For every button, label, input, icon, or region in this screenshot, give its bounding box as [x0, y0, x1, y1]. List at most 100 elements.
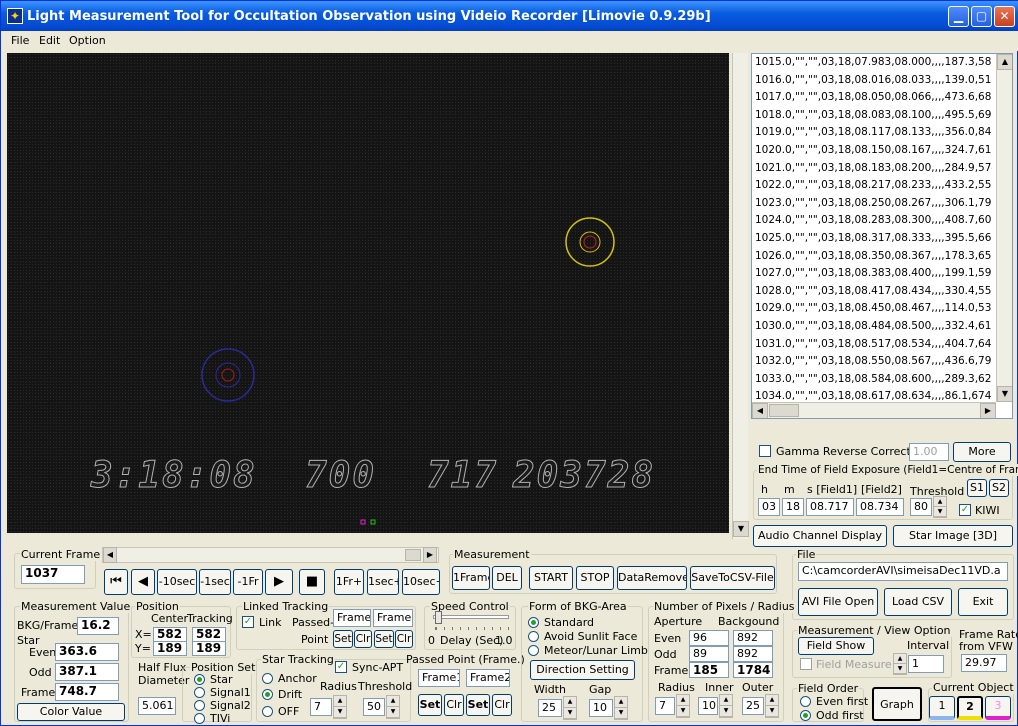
data-list-row[interactable]: 1016.0,"","",03,18,08.016,08.033,,,,139.… — [752, 72, 992, 90]
back-10sec-button[interactable]: -10sec — [157, 569, 197, 595]
object-2-button[interactable]: 2 — [957, 696, 983, 720]
data-remove-button[interactable]: DataRemove — [617, 566, 687, 590]
passed-set1-button[interactable]: Set — [418, 694, 442, 716]
speed-slider-thumb[interactable] — [435, 611, 442, 624]
data-list-row[interactable]: 1031.0,"","",03,18,08.517,08.534,,,,404.… — [752, 336, 992, 354]
star-image-3d-button[interactable]: Star Image [3D] — [893, 525, 1013, 547]
data-list-row[interactable]: 1029.0,"","",03,18,08.450,08.467,,,,114.… — [752, 300, 992, 318]
radius-spinner[interactable]: ▲ ▼ — [676, 694, 690, 718]
scroll-left-icon[interactable]: ◀ — [752, 403, 768, 418]
even-first-radio[interactable] — [800, 696, 811, 707]
link-checkbox[interactable]: ✓ — [242, 616, 254, 628]
linked-set1-button[interactable]: Set — [333, 630, 353, 648]
passed-set2-button[interactable]: Set — [466, 694, 490, 716]
frame-scroll-thumb[interactable] — [405, 549, 421, 561]
file-path-input[interactable]: C:\camcorderAVI\simeisaDec11VD.a — [798, 562, 1008, 581]
menu-edit[interactable]: Edit — [39, 34, 60, 47]
scroll-right-icon[interactable]: ▶ — [423, 547, 437, 563]
minimize-button[interactable]: ▁ — [948, 6, 969, 27]
interval-input[interactable]: 1 — [908, 655, 944, 673]
data-list-row[interactable]: 1026.0,"","",03,18,08.350,08.367,,,,178.… — [752, 248, 992, 266]
menu-file[interactable]: File — [11, 34, 29, 47]
data-list[interactable]: 1015.0,"","",03,18,07.983,08.000,,,,187.… — [751, 53, 1013, 419]
position-set-star-radio[interactable] — [194, 674, 205, 685]
tracking-radius-spinner[interactable]: ▲ ▼ — [333, 695, 347, 719]
threshold-input[interactable]: 80 — [910, 498, 932, 516]
data-list-row[interactable]: 1019.0,"","",03,18,08.117,08.133,,,,356.… — [752, 124, 992, 142]
maximize-button[interactable]: ▢ — [971, 6, 992, 27]
s1-button[interactable]: S1 — [967, 479, 987, 497]
data-list-row[interactable]: 1021.0,"","",03,18,08.183,08.200,,,,284.… — [752, 160, 992, 178]
data-list-row[interactable]: 1024.0,"","",03,18,08.283,08.300,,,,408.… — [752, 212, 992, 230]
forward-10sec-button[interactable]: 10sec+ — [402, 569, 440, 595]
bkg-standard-radio[interactable] — [528, 617, 539, 628]
tracking-anchor-radio[interactable] — [262, 673, 273, 684]
list-vertical-scrollbar[interactable]: ▲ ▼ — [996, 54, 1012, 402]
passed-frame2-input[interactable]: Frame2 — [466, 669, 510, 687]
bkg-meteor-limb-radio[interactable] — [528, 645, 539, 656]
data-list-row[interactable]: 1022.0,"","",03,18,08.217,08.233,,,,433.… — [752, 177, 992, 195]
data-list-row[interactable]: 1033.0,"","",03,18,08.584,08.600,,,,289.… — [752, 371, 992, 389]
seconds-field2-input[interactable]: 08.734 — [856, 498, 904, 516]
data-list-row[interactable]: 1015.0,"","",03,18,07.983,08.000,,,,187.… — [752, 54, 992, 72]
scroll-down-icon[interactable]: ▼ — [733, 521, 749, 537]
bkg-avoid-sunlit-radio[interactable] — [528, 631, 539, 642]
passed-frame1-input[interactable]: Frame1 — [418, 669, 460, 687]
interval-spinner[interactable]: ▲ ▼ — [893, 653, 907, 675]
minute-input[interactable]: 18 — [782, 498, 804, 516]
linked-frame1-input[interactable]: Frame1 — [333, 609, 371, 627]
linked-set2-button[interactable]: Set — [374, 630, 394, 648]
data-list-row[interactable]: 1023.0,"","",03,18,08.250,08.267,,,,306.… — [752, 195, 992, 213]
tracking-radius-input[interactable]: 7 — [310, 698, 332, 716]
delete-button[interactable]: DEL — [492, 566, 522, 590]
scroll-thumb[interactable] — [769, 404, 799, 417]
forward-1frame-button[interactable]: 1Fr+ — [334, 569, 364, 595]
bkg-gap-spinner[interactable]: ▲ ▼ — [614, 696, 628, 720]
s2-button[interactable]: S2 — [989, 479, 1009, 497]
speed-slider-track[interactable] — [433, 615, 509, 619]
odd-first-radio[interactable] — [800, 710, 811, 721]
tracking-off-radio[interactable] — [262, 706, 273, 717]
field-show-button[interactable]: Field Show — [798, 637, 874, 655]
title-bar[interactable]: ✦ Light Measurement Tool for Occultation… — [1, 1, 1018, 31]
data-list-row[interactable]: 1025.0,"","",03,18,08.317,08.333,,,,395.… — [752, 230, 992, 248]
stop-button[interactable]: STOP — [576, 566, 614, 590]
position-set-signal2-radio[interactable] — [194, 700, 205, 711]
object-1-button[interactable]: 1 — [929, 696, 955, 720]
passed-clr2-button[interactable]: Clr — [492, 694, 512, 716]
audio-channel-display-button[interactable]: Audio Channel Display — [753, 525, 887, 547]
linked-clr1-button[interactable]: Clr — [354, 630, 372, 648]
tracking-drift-radio[interactable] — [262, 689, 273, 700]
exit-button[interactable]: Exit — [958, 588, 1008, 616]
play-button[interactable]: ▶ — [265, 569, 293, 595]
forward-1sec-button[interactable]: 1sec+ — [367, 569, 399, 595]
bkg-width-input[interactable]: 25 — [538, 699, 562, 717]
sync-apt-checkbox[interactable]: ✓ — [335, 661, 347, 673]
more-button[interactable]: More — [953, 442, 1011, 462]
bkg-gap-input[interactable]: 10 — [589, 699, 613, 717]
menu-option[interactable]: Option — [69, 34, 106, 47]
video-vertical-scrollbar[interactable]: ▼ — [732, 53, 749, 539]
video-display[interactable]: 3:18:08 700 717 203728 — [7, 53, 729, 533]
gamma-value[interactable]: 1.00 — [909, 443, 949, 461]
start-button[interactable]: START — [529, 566, 573, 590]
scroll-right-icon[interactable]: ▶ — [980, 403, 996, 418]
data-list-row[interactable]: 1028.0,"","",03,18,08.417,08.434,,,,330.… — [752, 283, 992, 301]
graph-button[interactable]: Graph — [872, 687, 922, 721]
list-horizontal-scrollbar[interactable]: ◀ ▶ — [752, 402, 996, 418]
tracking-threshold-spinner[interactable]: ▲ ▼ — [386, 695, 400, 719]
scroll-left-icon[interactable]: ◀ — [103, 547, 117, 563]
outer-spinner[interactable]: ▲ ▼ — [765, 694, 779, 718]
frame-scrollbar[interactable]: ◀ ▶ — [102, 547, 439, 563]
inner-spinner[interactable]: ▲ ▼ — [719, 694, 733, 718]
scroll-down-icon[interactable]: ▼ — [997, 386, 1012, 402]
stop-playback-button[interactable]: ■ — [299, 569, 325, 595]
back-1sec-button[interactable]: -1sec — [199, 569, 231, 595]
object-3-button[interactable]: 3 — [985, 696, 1011, 720]
frame-rate-value[interactable]: 29.97 — [961, 654, 1007, 672]
avi-file-open-button[interactable]: AVI File Open — [798, 588, 878, 616]
outer-input[interactable]: 25 — [742, 697, 764, 715]
linked-frame2-input[interactable]: Frame2 — [373, 609, 413, 627]
data-list-row[interactable]: 1018.0,"","",03,18,08.083,08.100,,,,495.… — [752, 107, 992, 125]
direction-setting-button[interactable]: Direction Setting — [530, 660, 635, 680]
